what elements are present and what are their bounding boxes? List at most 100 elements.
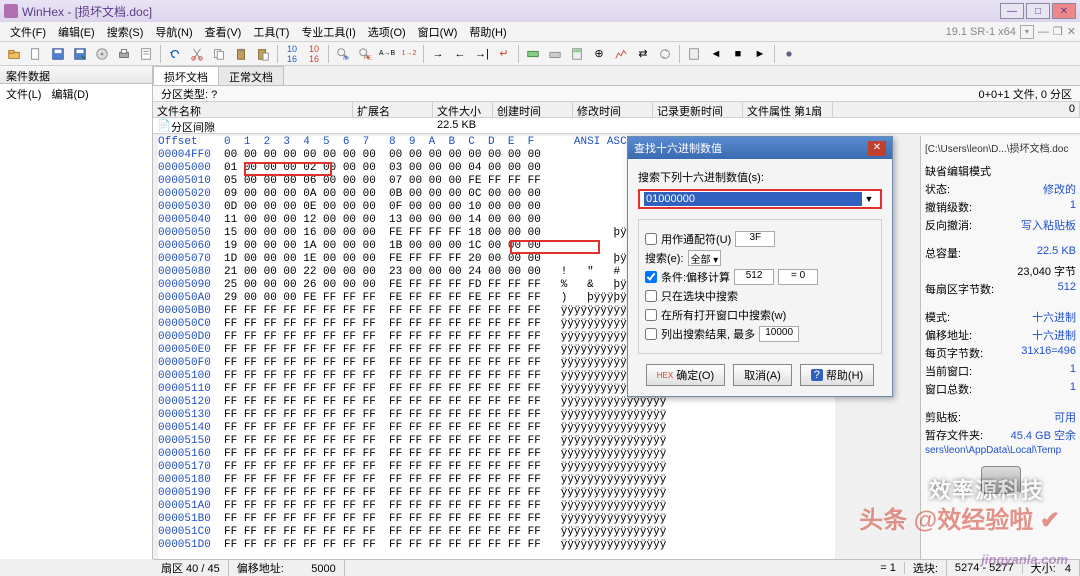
case-edit-menu[interactable]: 编辑(D) [51,86,88,102]
file-row-name: 分区间隙 [167,118,353,133]
selection-only-checkbox[interactable] [645,290,657,302]
go-offset-icon[interactable]: ↵ [494,44,514,64]
all-windows-checkbox[interactable] [645,309,657,321]
help-button[interactable]: ?帮助(H) [800,364,874,386]
toggle-hex-icon[interactable]: 1016 [282,44,302,64]
disk-icon[interactable] [92,44,112,64]
cancel-button[interactable]: 取消(A) [733,364,792,386]
block-begin-icon[interactable]: ◄ [706,44,726,64]
file-row-icon: 📄 [153,118,167,133]
tab-bar: 损坏文档 正常文档 [153,66,1080,86]
condition-checkbox[interactable] [645,271,657,283]
sync-icon[interactable] [655,44,675,64]
status-size: 大小: 4 [1023,560,1080,576]
col-size[interactable]: 文件大小 [433,102,493,117]
wildcard-value[interactable]: 3F [735,231,775,247]
file-row[interactable]: 📄 分区间隙 22.5 KB [153,118,1080,134]
replace-text-icon[interactable]: A→B [377,44,397,64]
menu-view[interactable]: 查看(V) [199,22,248,42]
toggle-offset-icon[interactable]: 1016 [304,44,324,64]
version-label: 19.1 SR-1 x64 ▾ — ❐ ✕ [946,25,1076,39]
replace-hex-icon[interactable]: 1→2 [399,44,419,64]
dialog-close-button[interactable]: ✕ [868,141,886,156]
search-input-combo[interactable]: ▼ [638,189,882,209]
combo-dropdown-icon[interactable]: ▼ [862,194,876,204]
save-as-icon[interactable] [70,44,90,64]
disk2-icon[interactable] [545,44,565,64]
clipboard-value[interactable]: 可用 [1054,409,1076,425]
status-value: = 1 [872,562,905,574]
list-results-checkbox[interactable] [645,328,657,340]
undo-icon[interactable] [165,44,185,64]
case-panel: 案件数据 文件(L) 编辑(D) [0,66,153,559]
back-icon[interactable]: ← [450,44,470,64]
position-icon[interactable]: ⊕ [589,44,609,64]
open-file-icon[interactable] [26,44,46,64]
clipboard-icon[interactable] [231,44,251,64]
paste-icon[interactable] [253,44,273,64]
tab-damaged-doc[interactable]: 损坏文档 [153,66,219,85]
block-mid-icon[interactable]: ■ [728,44,748,64]
find-hex-icon[interactable]: HEX [355,44,375,64]
calc2-icon[interactable] [684,44,704,64]
calculator-icon[interactable] [567,44,587,64]
options-icon[interactable] [779,44,799,64]
menu-file[interactable]: 文件(F) [4,22,52,42]
menu-pro[interactable]: 专业工具(I) [295,22,361,42]
menu-window[interactable]: 窗口(W) [412,22,464,42]
analyze-icon[interactable] [611,44,631,64]
col-filename[interactable]: 文件名称 [153,102,353,117]
hex-badge-icon: HEX [657,371,673,380]
list-max-input[interactable]: 10000 [759,326,799,342]
status-sel-label: 选块: [905,560,947,576]
offset-mode-value[interactable]: 十六进制 [1032,327,1076,343]
child-restore[interactable]: ❐ [1053,25,1063,38]
ram-icon[interactable] [523,44,543,64]
col-attr[interactable]: 文件属性 第1扇区 [743,102,833,117]
state-value[interactable]: 修改的 [1043,181,1076,197]
temp-path[interactable]: sers\leon\AppData\Local\Temp [925,445,1076,456]
goto-icon[interactable]: → [428,44,448,64]
save-icon[interactable] [48,44,68,64]
col-mtime[interactable]: 修改时间 [573,102,653,117]
dialog-title: 查找十六进制数值 [634,140,722,156]
minimize-button[interactable]: — [1000,3,1024,19]
rev-undo-value[interactable]: 写入粘贴板 [1021,217,1076,233]
ok-button[interactable]: HEX确定(O) [646,364,725,386]
search-direction-select[interactable]: 全部 ▾ [688,250,722,266]
menubar: 文件(F) 编辑(E) 搜索(S) 导航(N) 查看(V) 工具(T) 专业工具… [0,22,1080,42]
tab-normal-doc[interactable]: 正常文档 [218,66,284,85]
menu-help[interactable]: 帮助(H) [463,22,512,42]
menu-search[interactable]: 搜索(S) [101,22,150,42]
child-close[interactable]: ✕ [1067,25,1076,38]
menu-tools[interactable]: 工具(T) [247,22,295,42]
properties-icon[interactable] [136,44,156,64]
wildcard-checkbox[interactable] [645,233,657,245]
find-text-icon[interactable]: ab [333,44,353,64]
search-hex-input[interactable] [644,192,862,206]
mode-value[interactable]: 十六进制 [1032,309,1076,325]
menu-edit[interactable]: 编辑(E) [52,22,101,42]
cond-val[interactable]: = 0 [778,269,818,285]
cond-mod[interactable]: 512 [734,269,774,285]
forward-icon[interactable]: →| [472,44,492,64]
svg-text:HEX: HEX [364,55,372,61]
col-ext[interactable]: 扩展名 [353,102,433,117]
block-end-icon[interactable]: ► [750,44,770,64]
maximize-button[interactable]: □ [1026,3,1050,19]
close-button[interactable]: ✕ [1052,3,1076,19]
menu-nav[interactable]: 导航(N) [149,22,198,42]
cut-icon[interactable] [187,44,207,64]
menu-options[interactable]: 选项(O) [362,22,412,42]
open-case-icon[interactable] [4,44,24,64]
compare-icon[interactable]: ⇄ [633,44,653,64]
col-utime[interactable]: 记录更新时间 [653,102,743,117]
dialog-titlebar[interactable]: 查找十六进制数值 ✕ [628,137,892,159]
drive-icon [981,466,1021,494]
case-file-menu[interactable]: 文件(L) [6,86,41,102]
col-ctime[interactable]: 创建时间 [493,102,573,117]
child-minimize[interactable]: — [1038,26,1049,38]
print-icon[interactable] [114,44,134,64]
version-dropdown[interactable]: ▾ [1020,25,1034,39]
copy-icon[interactable] [209,44,229,64]
